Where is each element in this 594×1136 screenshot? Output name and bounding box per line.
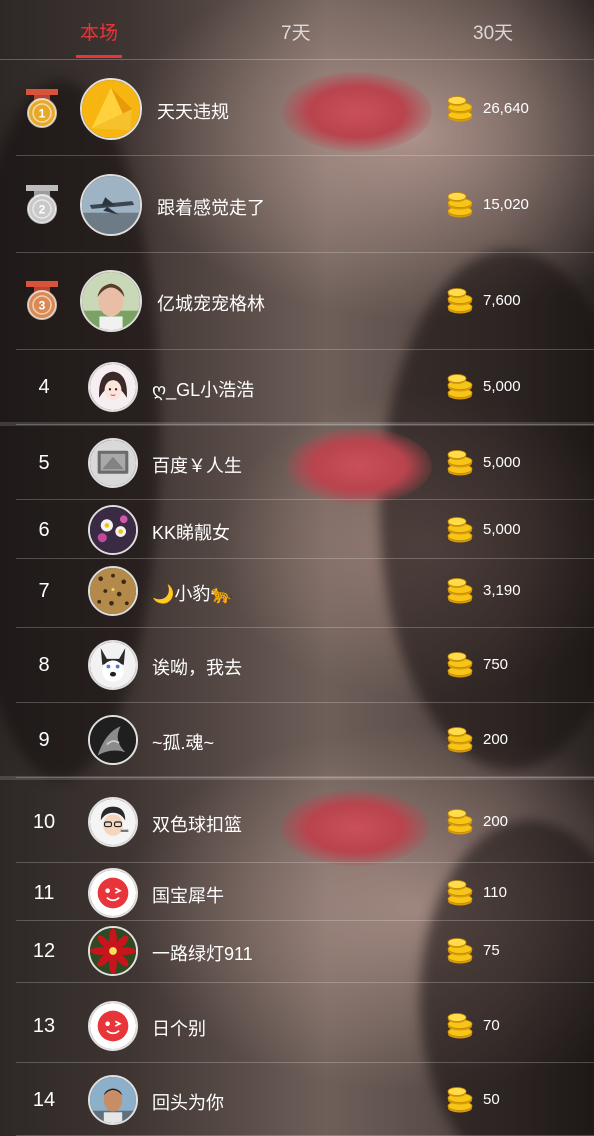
rank-number: 12 <box>32 940 56 962</box>
coin-stack-icon <box>446 651 474 679</box>
gold-medal-icon: 1 <box>24 89 60 129</box>
coin-stack-icon <box>446 1012 474 1040</box>
coin-amount: 5,000 <box>483 454 521 471</box>
ranking-row[interactable]: 6 KK睇靓女 5,000 <box>0 500 594 559</box>
avatar[interactable] <box>88 1075 138 1125</box>
avatar[interactable] <box>88 926 138 976</box>
coin-amount: 70 <box>483 1017 500 1034</box>
rank-number: 6 <box>38 519 50 541</box>
rank-number: 10 <box>32 811 56 833</box>
ranking-row[interactable]: 4 ღ_GL小浩浩 5,000 <box>0 350 594 425</box>
coin-stack-icon <box>446 516 474 544</box>
avatar[interactable] <box>88 640 138 690</box>
rank-number: 8 <box>38 654 50 676</box>
avatar[interactable] <box>88 868 138 918</box>
username: 百度￥人生 <box>152 456 242 476</box>
username: 天天违规 <box>157 102 229 122</box>
coin-stack-icon <box>446 808 474 836</box>
bronze-medal-icon: 3 <box>24 281 60 321</box>
avatar[interactable] <box>88 362 138 412</box>
ranking-row[interactable]: 14 回头为你 50 <box>0 1063 594 1136</box>
coin-stack-icon <box>446 577 474 605</box>
tab-7-days[interactable]: 7天 <box>281 18 311 45</box>
coin-amount: 7,600 <box>483 292 521 309</box>
coin-stack-icon <box>446 373 474 401</box>
coin-stack-icon <box>446 937 474 965</box>
svg-text:1: 1 <box>39 107 46 121</box>
ranking-row[interactable]: 13 日个别 70 <box>0 983 594 1063</box>
username: 双色球扣篮 <box>152 815 242 835</box>
coin-stack-icon <box>446 726 474 754</box>
coin-amount: 75 <box>483 942 500 959</box>
rank-number: 13 <box>32 1015 56 1037</box>
rank-number: 14 <box>32 1089 56 1111</box>
coin-amount: 750 <box>483 656 509 673</box>
svg-text:2: 2 <box>39 203 46 217</box>
username: 日个别 <box>152 1019 206 1039</box>
rank-number: 5 <box>38 452 50 474</box>
ranking-row[interactable]: 5 百度￥人生 5,000 <box>0 425 594 500</box>
tab-30-days[interactable]: 30天 <box>473 18 513 45</box>
avatar[interactable] <box>88 715 138 765</box>
username: 🌙小豹🐆 <box>152 584 233 604</box>
coin-stack-icon <box>446 95 474 123</box>
ranking-row[interactable]: 11 国宝犀牛 110 <box>0 863 594 921</box>
ranking-row[interactable]: 2 跟着感觉走了 15,020 <box>0 156 594 253</box>
coin-amount: 5,000 <box>483 378 521 395</box>
active-tab-indicator <box>76 55 122 58</box>
avatar[interactable] <box>88 797 138 847</box>
silver-medal-icon: 2 <box>24 185 60 225</box>
coin-amount: 15,020 <box>483 196 529 213</box>
period-tabs: 本场 7天 30天 <box>0 0 594 60</box>
username: ღ_GL小浩浩 <box>152 380 255 400</box>
username: 亿城宠宠格林 <box>157 294 265 314</box>
avatar[interactable] <box>80 270 142 332</box>
username: ~孤.魂~ <box>152 733 215 753</box>
rank-number: 11 <box>33 882 55 904</box>
username: 一路绿灯911 <box>152 944 253 964</box>
username: 跟着感觉走了 <box>157 198 265 218</box>
coin-stack-icon <box>446 1086 474 1114</box>
username: 国宝犀牛 <box>152 886 224 906</box>
tab-this-session[interactable]: 本场 <box>80 18 118 45</box>
ranking-row[interactable]: 8 诶呦，我去 750 <box>0 628 594 703</box>
rank-number: 9 <box>38 729 50 751</box>
coin-amount: 50 <box>483 1091 500 1108</box>
ranking-row[interactable]: 10 双色球扣篮 200 <box>0 778 594 863</box>
coin-stack-icon <box>446 879 474 907</box>
ranking-row[interactable]: 1 天天违规 26,640 <box>0 60 594 156</box>
avatar[interactable] <box>80 174 142 236</box>
avatar[interactable] <box>80 78 142 140</box>
ranking-row[interactable]: 7 🌙小豹🐆 3,190 <box>0 559 594 628</box>
avatar[interactable] <box>88 505 138 555</box>
avatar[interactable] <box>88 566 138 616</box>
coin-amount: 110 <box>483 884 507 901</box>
username: 回头为你 <box>152 1093 224 1113</box>
username: KK睇靓女 <box>152 523 231 543</box>
coin-amount: 200 <box>483 813 509 830</box>
coin-amount: 3,190 <box>483 582 521 599</box>
avatar[interactable] <box>88 1001 138 1051</box>
rank-number: 4 <box>38 376 50 398</box>
rank-number: 7 <box>38 580 50 602</box>
avatar[interactable] <box>88 438 138 488</box>
ranking-row[interactable]: 12 一路绿灯911 75 <box>0 921 594 983</box>
username: 诶呦，我去 <box>152 658 242 678</box>
ranking-row[interactable]: 9 ~孤.魂~ 200 <box>0 703 594 778</box>
coin-stack-icon <box>446 287 474 315</box>
coin-amount: 5,000 <box>483 521 521 538</box>
coin-stack-icon <box>446 191 474 219</box>
coin-stack-icon <box>446 449 474 477</box>
coin-amount: 26,640 <box>483 100 529 117</box>
ranking-row[interactable]: 3 亿城宠宠格林 7,600 <box>0 253 594 350</box>
svg-text:3: 3 <box>39 299 46 313</box>
coin-amount: 200 <box>483 731 509 748</box>
